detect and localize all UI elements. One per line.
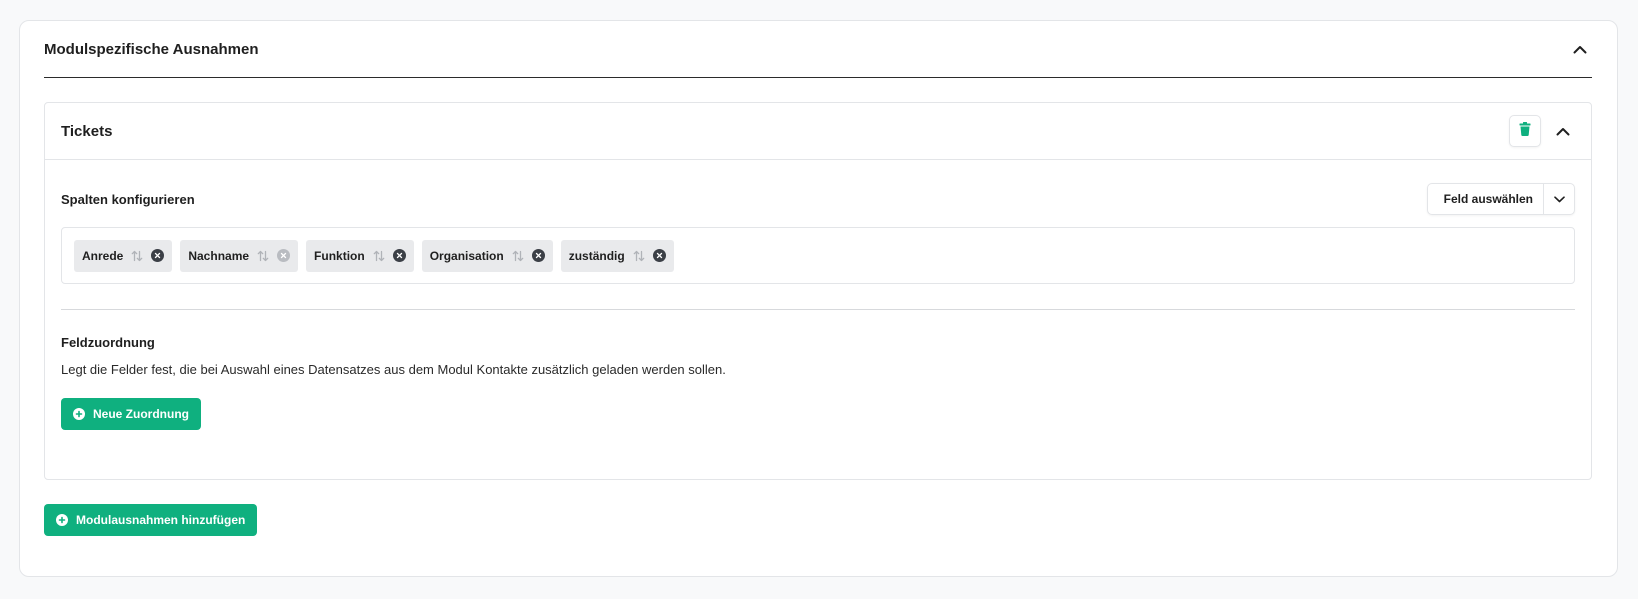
new-mapping-label: Neue Zuordnung xyxy=(93,407,189,421)
remove-tag-icon[interactable] xyxy=(652,249,666,262)
column-tags-list: Anrede Nachname Funktion Organisation zustän… xyxy=(61,227,1575,284)
chevron-up-icon[interactable] xyxy=(1568,37,1592,61)
column-tag-label: Nachname xyxy=(188,248,250,263)
column-tag-label: zuständig xyxy=(568,248,625,263)
column-tag-label: Organisation xyxy=(429,248,504,263)
module-card-tickets: Tickets Spalten konfigurieren Feld auswä… xyxy=(44,102,1592,480)
sort-arrows-icon[interactable] xyxy=(257,250,269,262)
section-title: Modulspezifische Ausnahmen xyxy=(44,40,259,58)
remove-tag-icon[interactable] xyxy=(151,249,165,262)
section-header: Modulspezifische Ausnahmen xyxy=(44,21,1592,78)
trash-icon xyxy=(1519,121,1531,141)
select-field-dropdown: Feld auswählen xyxy=(1426,183,1575,215)
delete-module-button[interactable] xyxy=(1509,115,1541,147)
module-card-actions xyxy=(1509,115,1575,147)
new-mapping-button[interactable]: Neue Zuordnung xyxy=(61,398,201,430)
chevron-up-icon[interactable] xyxy=(1551,119,1575,143)
remove-tag-icon[interactable] xyxy=(531,249,545,262)
sort-arrows-icon[interactable] xyxy=(373,250,385,262)
column-tag-label: Funktion xyxy=(314,248,365,263)
remove-tag-icon[interactable] xyxy=(392,249,406,262)
column-tag[interactable]: zuständig xyxy=(560,239,674,272)
module-card-title: Tickets xyxy=(61,122,113,140)
plus-circle-icon xyxy=(73,408,85,420)
column-tag-label: Anrede xyxy=(82,248,124,263)
remove-tag-icon xyxy=(277,249,291,262)
columns-heading: Spalten konfigurieren xyxy=(61,191,195,207)
column-tag[interactable]: Funktion xyxy=(306,239,414,272)
plus-circle-icon xyxy=(56,514,68,526)
select-field-button[interactable]: Feld auswählen xyxy=(1428,184,1544,214)
column-tag[interactable]: Organisation xyxy=(421,239,553,272)
sort-arrows-icon[interactable] xyxy=(131,250,143,262)
add-module-exceptions-label: Modulausnahmen hinzufügen xyxy=(76,513,246,527)
module-exceptions-card: Modulspezifische Ausnahmen Tickets Spalt… xyxy=(19,20,1618,577)
mapping-heading: Feldzuordnung xyxy=(61,335,155,350)
sort-arrows-icon[interactable] xyxy=(633,250,645,262)
columns-config-row: Spalten konfigurieren Feld auswählen xyxy=(61,182,1575,216)
chevron-down-icon[interactable] xyxy=(1544,184,1574,214)
add-module-exceptions-button[interactable]: Modulausnahmen hinzufügen xyxy=(44,504,258,536)
sort-arrows-icon[interactable] xyxy=(512,250,524,262)
divider xyxy=(61,309,1575,310)
mapping-description: Legt die Felder fest, die bei Auswahl ei… xyxy=(61,362,726,377)
module-card-header: Tickets xyxy=(45,103,1591,160)
column-tag[interactable]: Nachname xyxy=(180,239,299,272)
column-tag[interactable]: Anrede xyxy=(74,239,173,272)
